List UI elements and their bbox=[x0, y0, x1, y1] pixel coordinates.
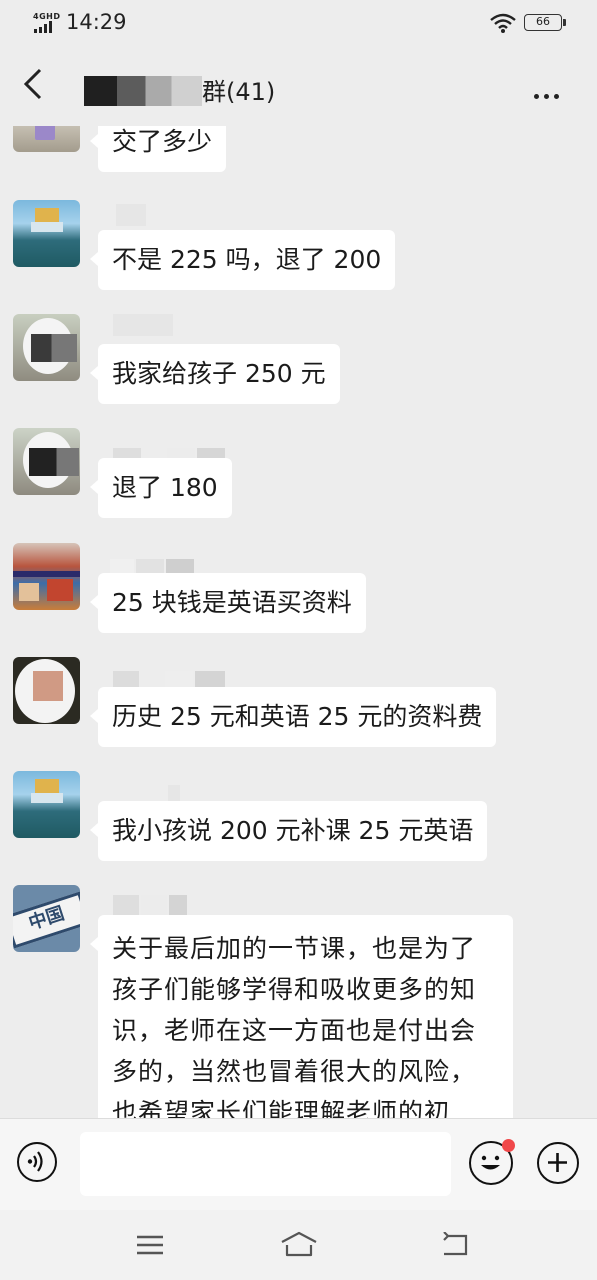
signal-icon bbox=[34, 21, 58, 33]
battery-icon: 66 bbox=[524, 14, 566, 31]
back-nav-icon[interactable] bbox=[440, 1232, 470, 1258]
sender-name-redacted bbox=[113, 895, 189, 917]
avatar[interactable] bbox=[13, 126, 80, 152]
menu-icon[interactable] bbox=[135, 1234, 165, 1256]
avatar[interactable]: 中国 bbox=[13, 885, 80, 952]
message-list[interactable]: 交了多少 不是 225 吗，退了 200 我家给孩子 250 元 退了 180 bbox=[0, 126, 597, 1118]
avatar[interactable] bbox=[13, 314, 80, 381]
wifi-icon bbox=[490, 13, 516, 33]
add-attachment-icon[interactable] bbox=[537, 1142, 579, 1184]
back-arrow-icon[interactable] bbox=[20, 66, 46, 102]
title-redaction bbox=[84, 76, 202, 106]
sender-name-redacted bbox=[113, 314, 175, 336]
avatar[interactable] bbox=[13, 428, 80, 495]
avatar-sign-text: 中国 bbox=[26, 903, 67, 935]
network-indicator: 4GHD bbox=[33, 12, 61, 21]
clock: 14:29 bbox=[66, 10, 127, 34]
message-bubble[interactable]: 关于最后加的一节课，也是为了孩子们能够学得和吸收更多的知识，老师在这一方面也是付… bbox=[90, 915, 513, 1118]
message-bubble[interactable]: 历史 25 元和英语 25 元的资料费 bbox=[89, 687, 497, 747]
notification-dot bbox=[502, 1139, 515, 1152]
chat-input-bar bbox=[0, 1118, 597, 1211]
message-bubble[interactable]: 退了 180 bbox=[90, 458, 232, 518]
voice-input-icon[interactable] bbox=[17, 1142, 57, 1182]
message-bubble[interactable]: 25 块钱是英语买资料 bbox=[90, 573, 366, 633]
chat-header: 群(41) bbox=[0, 46, 597, 126]
message-bubble[interactable]: 不是 225 吗，退了 200 bbox=[89, 230, 396, 290]
system-navigation-bar bbox=[0, 1210, 597, 1280]
more-options-icon[interactable] bbox=[534, 84, 564, 103]
avatar[interactable] bbox=[13, 771, 80, 838]
avatar[interactable] bbox=[13, 200, 80, 267]
message-bubble[interactable]: 我小孩说 200 元补课 25 元英语 bbox=[89, 801, 488, 861]
chat-title: 群(41) bbox=[202, 78, 276, 106]
avatar[interactable] bbox=[13, 543, 80, 610]
home-icon[interactable] bbox=[279, 1230, 319, 1258]
message-input[interactable] bbox=[80, 1132, 451, 1196]
status-bar: 4GHD 14:29 66 bbox=[0, 0, 597, 46]
message-bubble[interactable]: 我家给孩子 250 元 bbox=[90, 344, 340, 404]
avatar[interactable] bbox=[13, 657, 80, 724]
sender-name-redacted bbox=[116, 204, 148, 226]
message-bubble[interactable]: 交了多少 bbox=[89, 126, 227, 172]
